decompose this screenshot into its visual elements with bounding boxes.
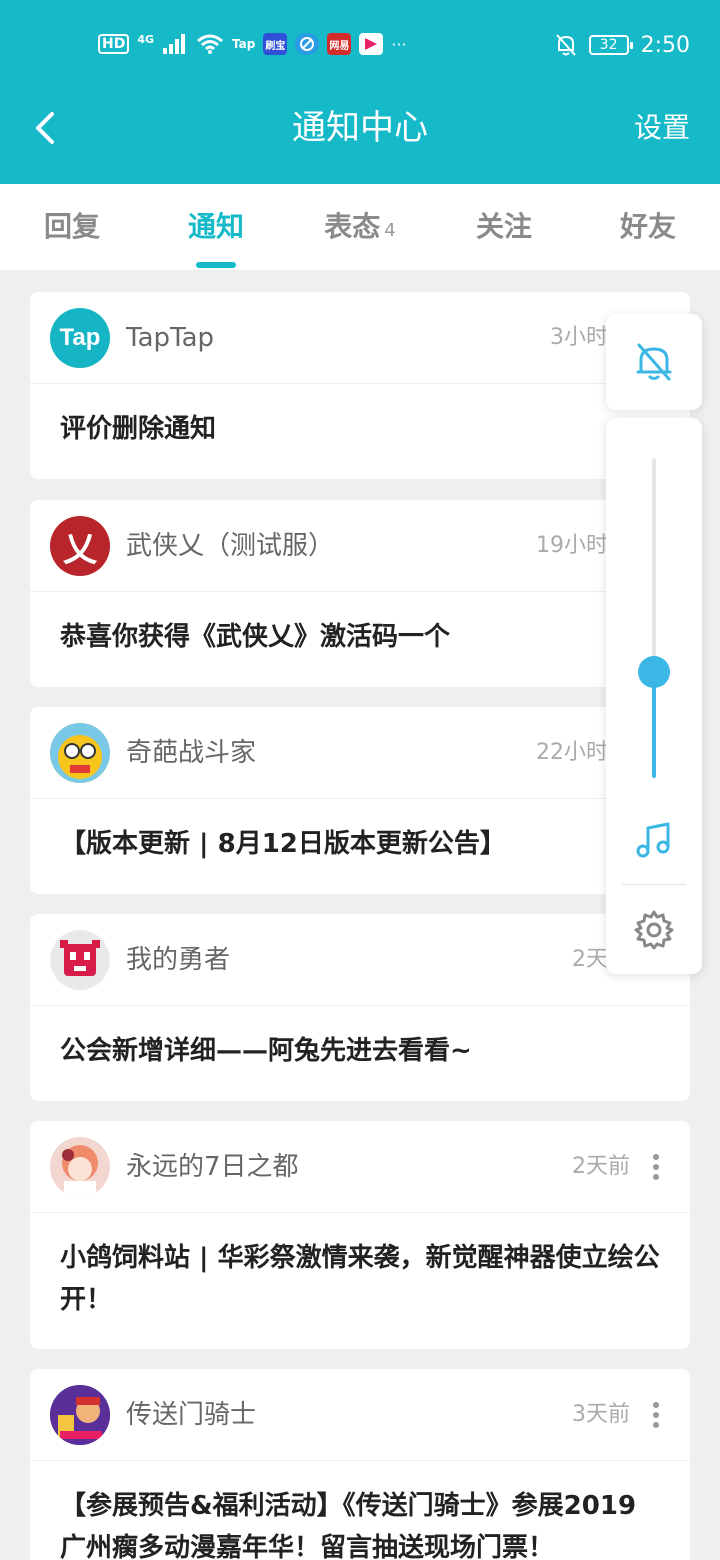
avatar[interactable] [50, 930, 110, 990]
game-avatar-icon [50, 1385, 110, 1445]
notification-text[interactable]: 公会新增详细——阿兔先进去看看~ [30, 1006, 690, 1072]
notification-text[interactable]: 【版本更新 | 8月12日版本更新公告】 [30, 799, 690, 865]
taptap-app-icon: Tap [232, 37, 256, 51]
game-avatar-icon [60, 940, 100, 976]
panel-divider [622, 884, 686, 885]
card-header: 奇葩战斗家 22小时前 [30, 707, 690, 799]
tab-bar: 回复 通知 表态 4 关注 好友 [0, 184, 720, 270]
card-header: 永远的7日之都 2天前 [30, 1121, 690, 1213]
game-avatar-icon [62, 1145, 98, 1197]
notification-card[interactable]: 永远的7日之都 2天前 小鸽饲料站 | 华彩祭激情来袭，新觉醒神器使立绘公开！ [30, 1121, 690, 1349]
avatar-logo-text: Tap [59, 324, 101, 351]
clock: 2:50 [640, 32, 690, 58]
notification-source[interactable]: 奇葩战斗家 [126, 707, 256, 799]
notification-card[interactable]: Tap TapTap 3小时前 评价删除通知 [30, 292, 690, 479]
notification-card[interactable]: 奇葩战斗家 22小时前 【版本更新 | 8月12日版本更新公告】 [30, 707, 690, 894]
volume-slider-fill [652, 672, 656, 778]
tab-label: 关注 [475, 210, 532, 243]
notification-source[interactable]: 永远的7日之都 [126, 1121, 299, 1213]
tab-label: 表态 [324, 210, 381, 243]
notification-text[interactable]: 评价删除通知 [30, 384, 690, 450]
volume-slider-track[interactable] [652, 458, 656, 778]
volume-panel [606, 418, 702, 974]
notification-time: 2天前 [572, 1154, 630, 1179]
volume-slider-thumb[interactable] [638, 656, 670, 689]
status-bar-left: HD 4G Tap 刷宝 网易 ··· [98, 30, 407, 58]
status-bar-right: 32 2:50 [555, 30, 690, 60]
notification-card[interactable]: 传送门骑士 3天前 【参展预告&福利活动】《传送门骑士》参展2019广州瘸多动漫… [30, 1369, 690, 1560]
avatar-logo-text: 乂 [63, 529, 97, 570]
app-bar: 通知中心 设置 [0, 88, 720, 184]
avatar[interactable]: 乂 [50, 516, 110, 576]
notification-source[interactable]: 我的勇者 [126, 914, 230, 1006]
tab-badge: 4 [384, 220, 396, 241]
tab-notifications[interactable]: 通知 [156, 184, 276, 270]
tab-reply[interactable]: 回复 [12, 184, 132, 270]
tab-label: 通知 [187, 210, 244, 243]
tab-reactions[interactable]: 表态 4 [300, 184, 420, 270]
music-note-icon[interactable] [634, 820, 674, 860]
tab-label: 回复 [43, 210, 100, 243]
settings-button[interactable]: 设置 [634, 110, 690, 146]
notification-card[interactable]: 我的勇者 2天前 公会新增详细——阿兔先进去看看~ [30, 914, 690, 1101]
youku-icon [359, 33, 384, 55]
tab-friends[interactable]: 好友 [588, 184, 708, 270]
avatar[interactable] [50, 723, 110, 783]
active-tab-indicator [196, 262, 236, 268]
tab-label: 好友 [619, 210, 676, 243]
avatar[interactable]: Tap [50, 308, 110, 368]
network-type: 4G [137, 32, 155, 46]
notification-text[interactable]: 【参展预告&福利活动】《传送门骑士》参展2019广州瘸多动漫嘉年华！留言抽送现场… [30, 1461, 690, 1560]
game-avatar-icon [50, 723, 110, 783]
avatar[interactable] [50, 1385, 110, 1445]
gear-icon[interactable] [632, 908, 676, 952]
more-notifications-indicator: ··· [391, 34, 407, 54]
card-header: 传送门骑士 3天前 [30, 1369, 690, 1461]
netease-app-icon: 网易 [327, 33, 352, 55]
notification-time: 3天前 [572, 1402, 630, 1427]
mute-toggle-button[interactable] [606, 314, 702, 410]
notification-card[interactable]: 乂 武侠乂（测试服） 19小时前 恭喜你获得《武侠乂》激活码一个 [30, 500, 690, 687]
tab-following[interactable]: 关注 [444, 184, 564, 270]
bell-off-icon [555, 34, 576, 56]
shuabao-app-icon: 刷宝 [263, 33, 288, 55]
notification-source[interactable]: TapTap [126, 292, 214, 384]
signal-icon [163, 34, 186, 54]
hd-indicator: HD [98, 34, 130, 54]
more-options-icon[interactable] [644, 1153, 668, 1181]
card-header: 我的勇者 2天前 [30, 914, 690, 1006]
notification-source[interactable]: 传送门骑士 [126, 1369, 256, 1461]
battery-indicator: 32 [588, 35, 633, 55]
page-title: 通知中心 [292, 108, 428, 148]
card-header: 乂 武侠乂（测试服） 19小时前 [30, 500, 690, 592]
notification-source[interactable]: 武侠乂（测试服） [126, 500, 334, 592]
status-bar: HD 4G Tap 刷宝 网易 ··· 32 2:50 [0, 0, 720, 88]
notification-text[interactable]: 恭喜你获得《武侠乂》激活码一个 [30, 592, 690, 658]
more-options-icon[interactable] [644, 1401, 668, 1429]
browser-icon [295, 33, 320, 55]
bell-off-icon [636, 343, 672, 381]
notification-text[interactable]: 小鸽饲料站 | 华彩祭激情来袭，新觉醒神器使立绘公开！ [30, 1213, 690, 1321]
card-header: Tap TapTap 3小时前 [30, 292, 690, 384]
avatar[interactable] [50, 1137, 110, 1197]
wifi-icon [197, 34, 223, 54]
